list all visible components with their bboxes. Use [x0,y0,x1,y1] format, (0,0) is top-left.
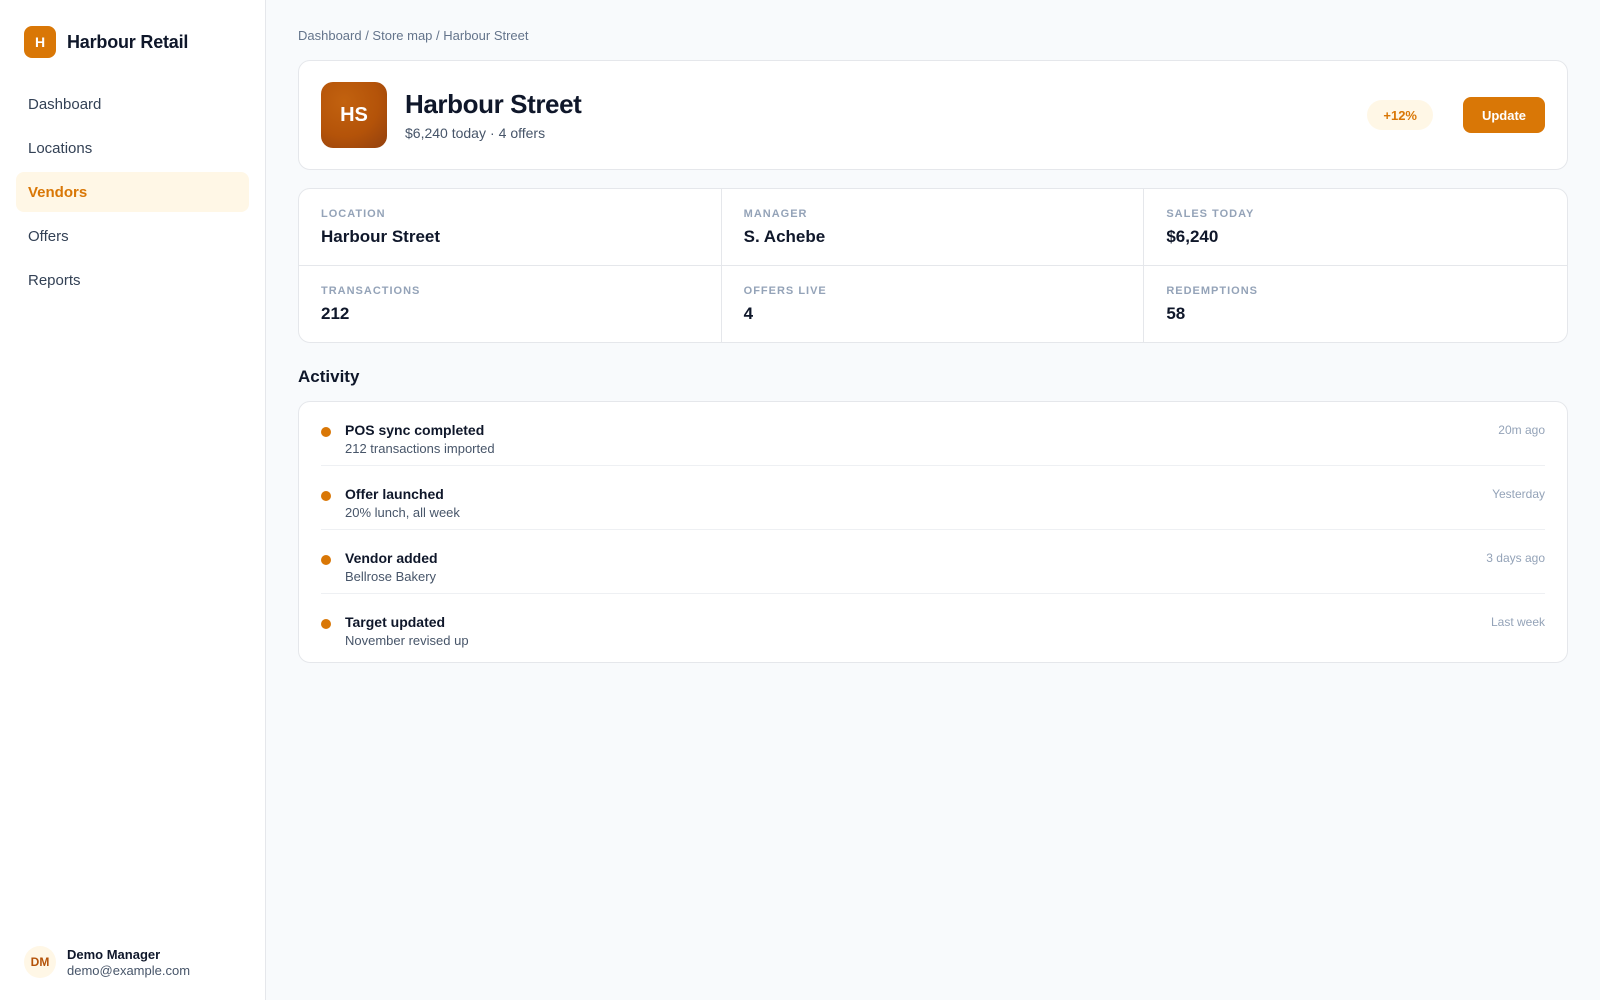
activity-heading: Activity [298,367,360,386]
brand-name: Harbour Retail [67,31,189,52]
stat-value: 212 [321,304,350,323]
header-subtitle: $6,240 today · 4 offers [405,125,1367,141]
user-name: Demo Manager [67,946,161,962]
stat-location: Location Harbour Street [299,189,722,266]
stat-label: Sales today [1166,208,1255,220]
activity-subtitle: 212 transactions imported [345,441,495,456]
stat-sales-today: Sales today $6,240 [1144,189,1567,266]
sidebar-item-offers[interactable]: Offers [16,216,249,256]
stat-label: Redemptions [1166,285,1259,297]
sidebar-nav: Dashboard Locations Vendors Offers Repor… [16,84,249,302]
status-dot-icon [321,619,331,629]
stat-transactions: Transactions 212 [299,266,722,342]
status-dot-icon [321,491,331,501]
breadcrumb: Dashboard / Store map / Harbour Street [298,28,529,43]
stats-grid: Location Harbour Street Manager S. Acheb… [298,188,1568,343]
sidebar: H Harbour Retail Dashboard Locations Ven… [0,0,266,1000]
user-info: Demo Manager demo@example.com [67,947,190,978]
activity-time: 3 days ago [1486,551,1545,565]
brand-logo: H [24,26,56,58]
update-button[interactable]: Update [1463,97,1545,133]
activity-subtitle: 20% lunch, all week [345,505,460,520]
stat-value: $6,240 [1166,227,1219,246]
brand[interactable]: H Harbour Retail [16,24,249,60]
change-badge: +12% [1367,100,1433,130]
stat-manager: Manager S. Achebe [721,189,1145,266]
activity-list: POS sync completed 212 transactions impo… [298,401,1568,663]
sales-today-text: $6,240 today [405,125,486,141]
stat-label: Manager [743,208,808,220]
stat-label: Transactions [321,285,421,297]
stat-label: Location [321,208,386,220]
status-dot-icon [321,427,331,437]
stat-value: 58 [1166,304,1186,323]
offers-count-text: 4 offers [498,125,546,141]
activity-subtitle: November revised up [345,633,469,648]
page-title: Harbour Street [405,89,582,119]
user-email: demo@example.com [67,962,191,978]
sidebar-item-locations[interactable]: Locations [16,128,249,168]
location-avatar: HS [321,82,387,148]
activity-title: Vendor added [345,550,438,566]
activity-time: 20m ago [1498,423,1545,437]
stat-offers-live: Offers live 4 [722,266,1145,342]
separator: · [489,125,495,141]
stat-value: 4 [743,304,754,323]
stat-label: Offers live [743,285,827,297]
list-item[interactable]: Offer launched 20% lunch, all week Yeste… [321,466,1545,530]
location-header: HS Harbour Street $6,240 today · 4 offers … [298,60,1568,170]
status-dot-icon [321,555,331,565]
stat-redemptions: Redemptions 58 [1144,266,1567,342]
avatar: DM [24,946,56,978]
sidebar-item-vendors[interactable]: Vendors [16,172,249,212]
activity-title: POS sync completed [345,422,485,438]
list-item[interactable]: Vendor added Bellrose Bakery 3 days ago [321,530,1545,594]
stat-value: S. Achebe [743,227,826,246]
stat-value: Harbour Street [321,227,441,246]
sidebar-item-dashboard[interactable]: Dashboard [16,84,249,124]
activity-subtitle: Bellrose Bakery [345,569,437,584]
main-content: Dashboard / Store map / Harbour Street H… [266,0,1600,1000]
list-item[interactable]: Target updated November revised up Last … [321,594,1545,662]
sidebar-item-reports[interactable]: Reports [16,260,249,300]
list-item[interactable]: POS sync completed 212 transactions impo… [321,402,1545,466]
activity-time: Last week [1490,615,1545,629]
activity-time: Yesterday [1492,487,1545,501]
activity-title: Offer launched [345,486,444,502]
activity-title: Target updated [345,614,446,630]
user-profile[interactable]: DM Demo Manager demo@example.com [16,946,249,978]
